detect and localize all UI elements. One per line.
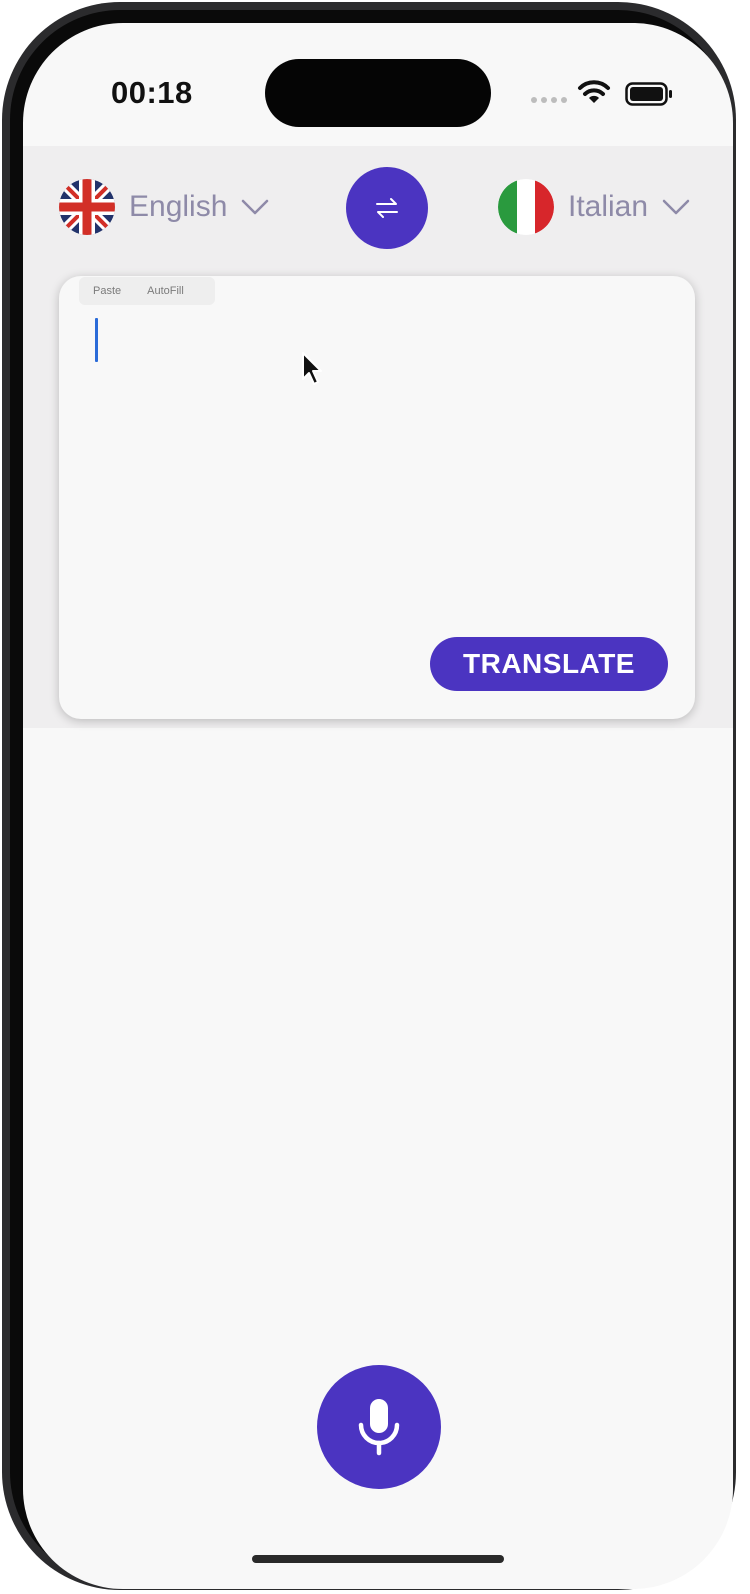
status-time: 00:18 — [111, 75, 193, 110]
home-indicator[interactable] — [252, 1555, 504, 1563]
translate-button[interactable]: TRANSLATE — [430, 637, 668, 691]
target-language-label: Italian — [568, 190, 649, 223]
microphone-icon — [358, 1399, 400, 1456]
source-language-selector[interactable]: English — [59, 178, 269, 236]
phone-bezel-inner: 00:18 English Italian Paste AutoFill TRA… — [10, 10, 733, 1589]
app-screen: 00:18 English Italian Paste AutoFill TRA… — [23, 23, 733, 1589]
device-frame: 00:18 English Italian Paste AutoFill TRA… — [0, 0, 750, 1594]
phone-bezel: 00:18 English Italian Paste AutoFill TRA… — [2, 2, 736, 1590]
swap-arrows-icon — [376, 198, 398, 218]
battery-icon — [625, 82, 672, 106]
chevron-down-icon — [242, 199, 269, 215]
italy-flag-icon — [498, 179, 554, 235]
microphone-button[interactable] — [317, 1365, 441, 1489]
dynamic-island — [265, 59, 491, 127]
uk-flag-icon — [59, 179, 115, 235]
swap-languages-button[interactable] — [346, 167, 428, 249]
wifi-icon — [578, 80, 610, 103]
mouse-pointer-icon — [302, 352, 322, 385]
paste-menu-item[interactable]: Paste — [93, 285, 121, 297]
edit-menu: Paste AutoFill — [79, 277, 215, 305]
text-caret — [95, 318, 98, 362]
chevron-down-icon — [662, 199, 690, 215]
cellular-signal-icon — [531, 97, 567, 103]
target-language-selector[interactable]: Italian — [498, 178, 690, 236]
source-language-label: English — [129, 190, 228, 223]
autofill-menu-item[interactable]: AutoFill — [147, 285, 184, 297]
